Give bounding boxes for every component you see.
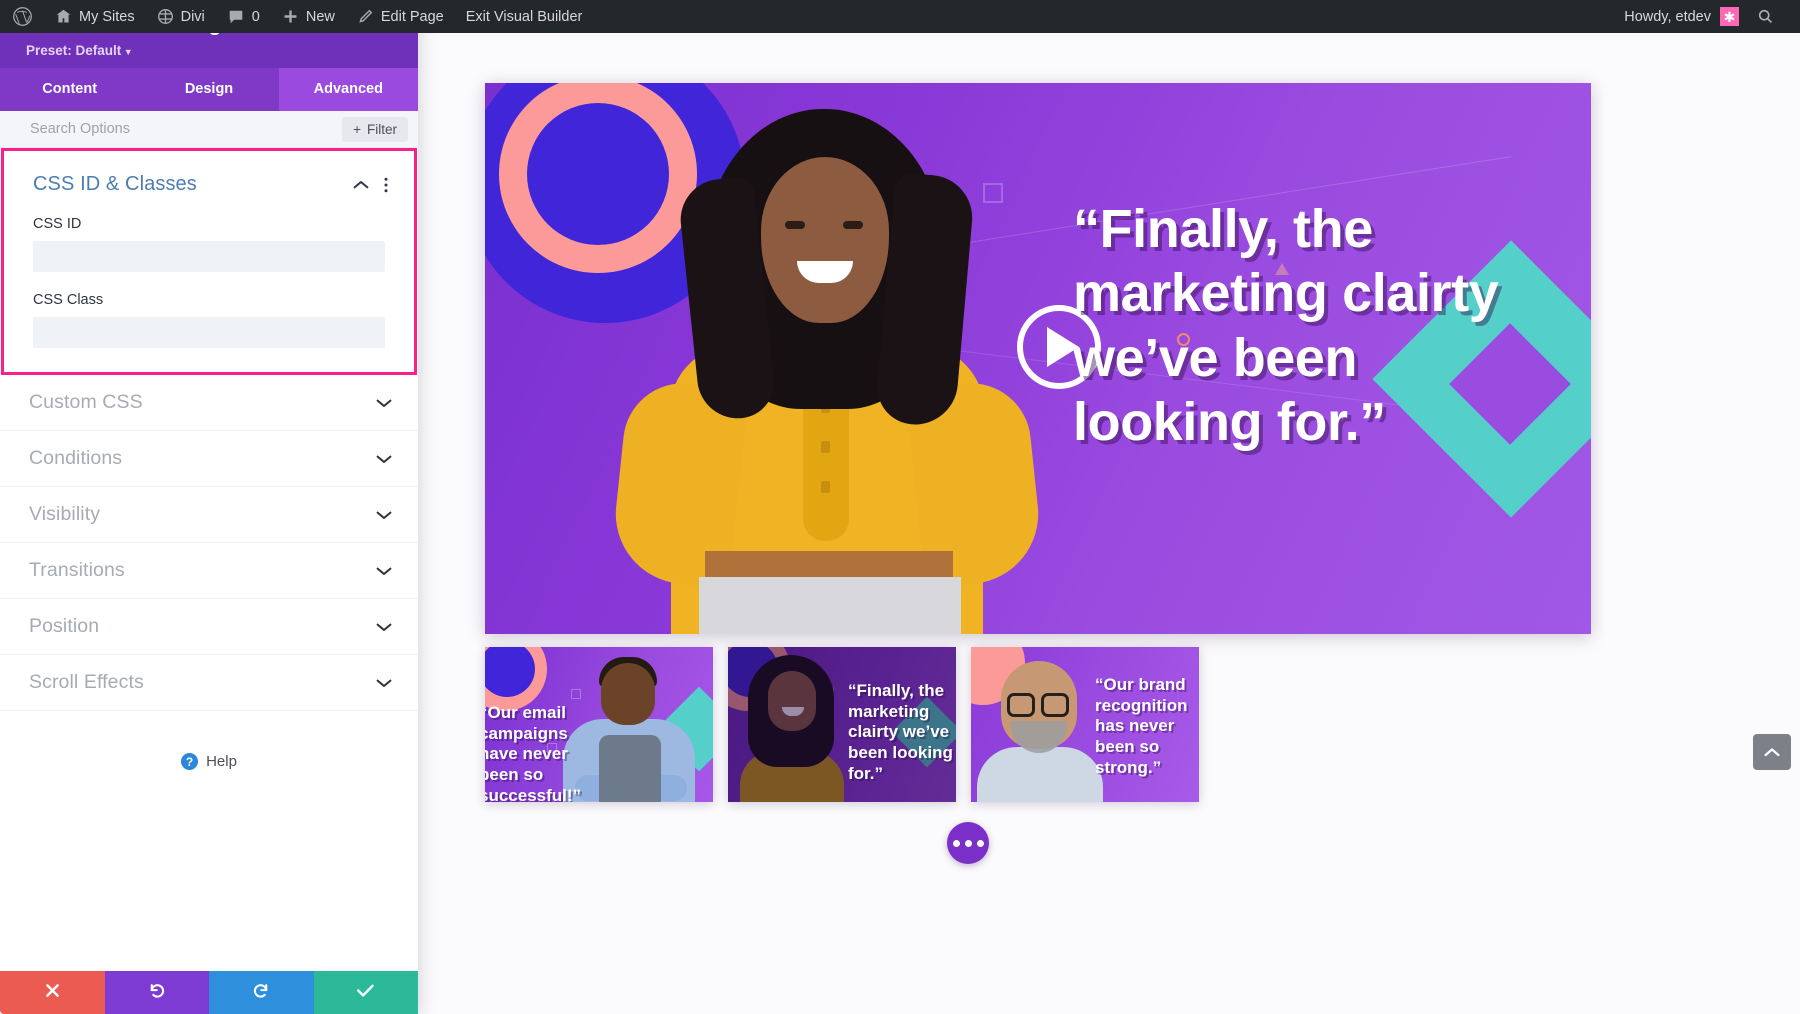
option-group-label: Visibility <box>29 503 101 525</box>
option-group-label: Conditions <box>29 447 123 469</box>
comment-bubble-icon <box>227 8 245 26</box>
undo-button[interactable] <box>104 971 209 1014</box>
admin-bar-left: My Sites Divi 0 New Edit Page Exit Visua… <box>0 0 593 33</box>
hero-quote-text: “Finally, the marketing clairty we’ve be… <box>1073 199 1499 452</box>
admin-bar-search[interactable] <box>1747 0 1788 33</box>
field-css-id: CSS ID <box>4 216 414 272</box>
check-icon <box>356 983 375 1003</box>
admin-bar-my-sites-label: My Sites <box>79 8 135 25</box>
option-group-scroll-effects[interactable]: Scroll Effects <box>0 655 418 711</box>
chevron-down-icon <box>376 622 392 632</box>
chevron-up-icon[interactable] <box>353 180 369 190</box>
thumbnail-slide-3[interactable]: “Our brand recognition has never been so… <box>971 647 1199 802</box>
hero-person-photo <box>585 83 1065 634</box>
hero-slide[interactable]: “Finally, the marketing clairty we’ve be… <box>485 83 1591 634</box>
wordpress-logo-icon <box>12 6 33 27</box>
admin-bar-comments[interactable]: 0 <box>216 0 271 33</box>
field-css-class: CSS Class <box>4 292 414 348</box>
avatar: ✱ <box>1720 7 1739 26</box>
tab-design[interactable]: Design <box>139 68 278 111</box>
pencil-icon <box>357 8 374 25</box>
admin-bar-edit-page-label: Edit Page <box>380 8 444 25</box>
cancel-button[interactable] <box>0 971 105 1014</box>
filter-button[interactable]: + Filter <box>342 116 408 142</box>
divi-icon <box>157 8 174 25</box>
search-input[interactable] <box>30 121 343 137</box>
filter-button-label: Filter <box>367 121 397 137</box>
admin-bar-new[interactable]: New <box>271 0 346 33</box>
thumbnail-1-quote: “Our email campaigns have never been so … <box>485 703 582 802</box>
tab-content[interactable]: Content <box>0 68 139 111</box>
admin-bar-account[interactable]: Howdy, etdev ✱ <box>1613 0 1747 33</box>
question-mark-icon: ? <box>181 753 199 770</box>
css-id-input[interactable] <box>33 241 385 272</box>
redo-icon <box>252 981 271 1005</box>
admin-bar-exit-visual-builder[interactable]: Exit Visual Builder <box>455 0 594 33</box>
settings-tabs: Content Design Advanced <box>0 68 418 111</box>
admin-bar-exit-label: Exit Visual Builder <box>465 8 583 25</box>
module-settings-modal: Video Slider Settings Preset: Default ▼ <box>0 0 418 1014</box>
thumbnail-slide-2[interactable]: “Finally, the marketing clairty we’ve be… <box>728 647 956 802</box>
more-options-icon[interactable] <box>947 822 989 864</box>
option-group-label: Custom CSS <box>29 391 143 413</box>
sites-icon <box>55 8 72 25</box>
option-group-label: Scroll Effects <box>29 671 144 693</box>
preset-label: Preset: Default <box>26 43 122 58</box>
close-icon <box>44 982 61 1004</box>
redo-button[interactable] <box>209 971 314 1014</box>
admin-bar-divi[interactable]: Divi <box>146 0 216 33</box>
chevron-down-icon <box>376 510 392 520</box>
visual-builder-canvas: “Finally, the marketing clairty we’ve be… <box>418 33 1800 1014</box>
css-id-classes-header[interactable]: CSS ID & Classes <box>4 151 414 196</box>
help-button[interactable]: ? Help <box>0 711 418 770</box>
help-button-label: Help <box>206 753 237 770</box>
option-group-position[interactable]: Position <box>0 599 418 655</box>
chevron-down-icon <box>376 678 392 688</box>
undo-icon <box>147 981 166 1005</box>
field-css-class-label: CSS Class <box>33 292 104 308</box>
admin-bar-howdy-label: Howdy, etdev <box>1624 8 1711 25</box>
thumbnail-slide-1[interactable]: “Our email campaigns have never been so … <box>485 647 713 802</box>
tab-advanced[interactable]: Advanced <box>278 68 418 111</box>
admin-bar-my-sites[interactable]: My Sites <box>44 0 146 33</box>
preset-selector[interactable]: Preset: Default ▼ <box>26 43 401 58</box>
admin-bar-comment-count: 0 <box>251 8 260 25</box>
admin-bar-new-label: New <box>305 8 335 25</box>
option-group-label: Position <box>29 615 100 637</box>
thumbnail-2-quote: “Finally, the marketing clairty we’ve be… <box>848 681 953 783</box>
thumbnail-3-quote: “Our brand recognition has never been so… <box>1095 675 1188 777</box>
option-group-title: CSS ID & Classes <box>33 173 197 195</box>
search-icon <box>1757 8 1774 25</box>
scroll-to-top-icon[interactable] <box>1753 734 1791 770</box>
field-css-id-label: CSS ID <box>33 216 82 232</box>
admin-bar-right: Howdy, etdev ✱ <box>1613 0 1800 33</box>
option-group-css-id-classes: CSS ID & Classes CSS ID CSS Class <box>4 151 414 372</box>
slider-thumbnails: “Our email campaigns have never been so … <box>485 647 1199 802</box>
css-class-input[interactable] <box>33 317 385 348</box>
option-group-conditions[interactable]: Conditions <box>0 431 418 487</box>
wp-admin-bar: My Sites Divi 0 New Edit Page Exit Visua… <box>0 0 1800 33</box>
option-group-visibility[interactable]: Visibility <box>0 487 418 543</box>
settings-options-list: CSS ID & Classes CSS ID CSS Class Custom… <box>0 148 418 971</box>
chevron-down-icon <box>376 566 392 576</box>
save-button[interactable] <box>313 971 418 1014</box>
kebab-menu-icon[interactable] <box>384 177 388 193</box>
search-bar: + Filter <box>0 111 418 148</box>
admin-bar-divi-label: Divi <box>180 8 205 25</box>
option-group-label: Transitions <box>29 559 125 581</box>
admin-bar-edit-page[interactable]: Edit Page <box>346 0 455 33</box>
builder-stage: “Finally, the marketing clairty we’ve be… <box>0 0 1800 1014</box>
option-group-custom-css[interactable]: Custom CSS <box>0 375 418 431</box>
settings-footer <box>0 971 418 1014</box>
plus-icon <box>282 8 299 25</box>
chevron-down-icon <box>376 454 392 464</box>
wp-logo-menu[interactable] <box>0 0 44 33</box>
css-id-classes-highlight: CSS ID & Classes CSS ID CSS Class <box>1 148 417 375</box>
chevron-down-icon <box>376 398 392 408</box>
plus-icon: + <box>353 121 361 137</box>
option-group-transitions[interactable]: Transitions <box>0 543 418 599</box>
